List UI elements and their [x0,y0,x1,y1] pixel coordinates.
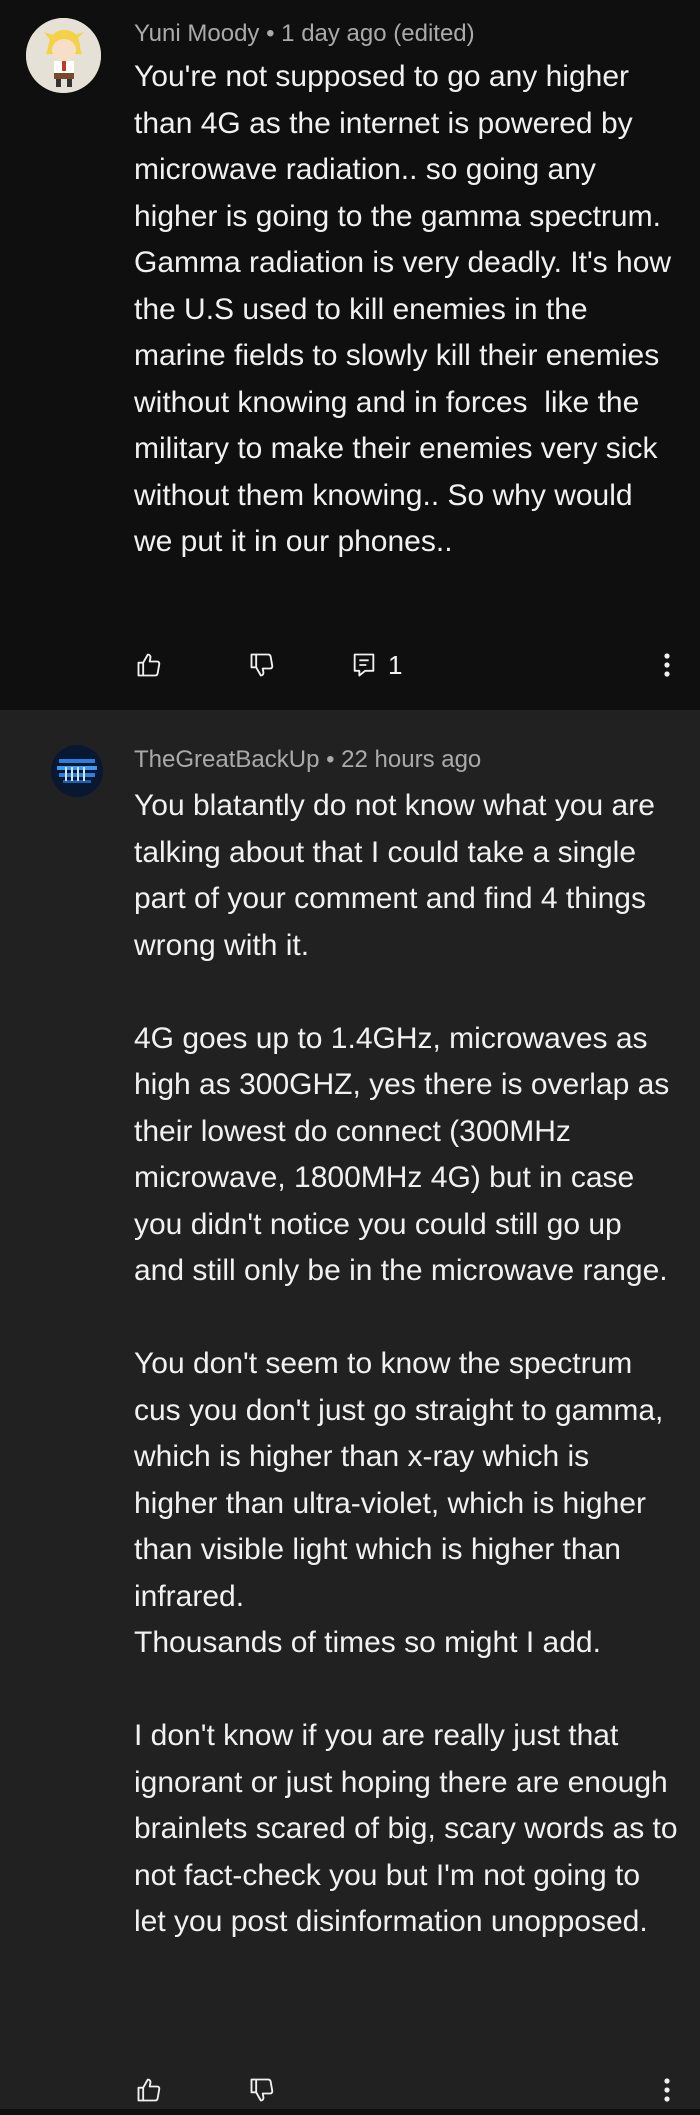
like-button[interactable] [135,2065,163,2115]
comment-timestamp[interactable]: 22 hours ago [341,746,481,773]
like-button[interactable] [135,640,163,690]
meta-separator: • [326,746,335,773]
meta-separator: • [266,20,275,47]
thumbs-down-icon [248,651,276,679]
avatar[interactable] [51,745,103,797]
author-name[interactable]: Yuni Moody [134,20,259,47]
author-name[interactable]: TheGreatBackUp [134,746,319,773]
reply-button[interactable]: 1 [350,640,402,690]
avatar[interactable] [26,18,101,93]
reply-icon [350,651,378,679]
more-vertical-icon [662,2076,672,2104]
more-options-button[interactable] [662,2065,672,2115]
thumbs-down-icon [248,2076,276,2104]
comment-text: You blatantly do not know what you are t… [134,789,678,1938]
comment-timestamp[interactable]: 1 day ago (edited) [281,20,474,47]
thumbs-up-icon [135,2076,163,2104]
comment-actions: 1 [0,640,700,690]
dislike-button[interactable] [248,2065,276,2115]
dislike-button[interactable] [248,640,276,690]
thumbs-up-icon [135,651,163,679]
comment-meta: Yuni Moody • 1 day ago (edited) [134,20,475,48]
comment-reply: TheGreatBackUp • 22 hours ago You blatan… [0,710,700,2109]
comment-actions [0,2065,700,2115]
more-options-button[interactable] [662,640,672,690]
reply-count: 1 [388,649,403,680]
more-vertical-icon [662,651,672,679]
comment-thread-root: Yuni Moody • 1 day ago (edited) You're n… [0,0,700,710]
comment-text: You're not supposed to go any higher tha… [134,60,680,558]
comment-meta: TheGreatBackUp • 22 hours ago [134,746,481,774]
